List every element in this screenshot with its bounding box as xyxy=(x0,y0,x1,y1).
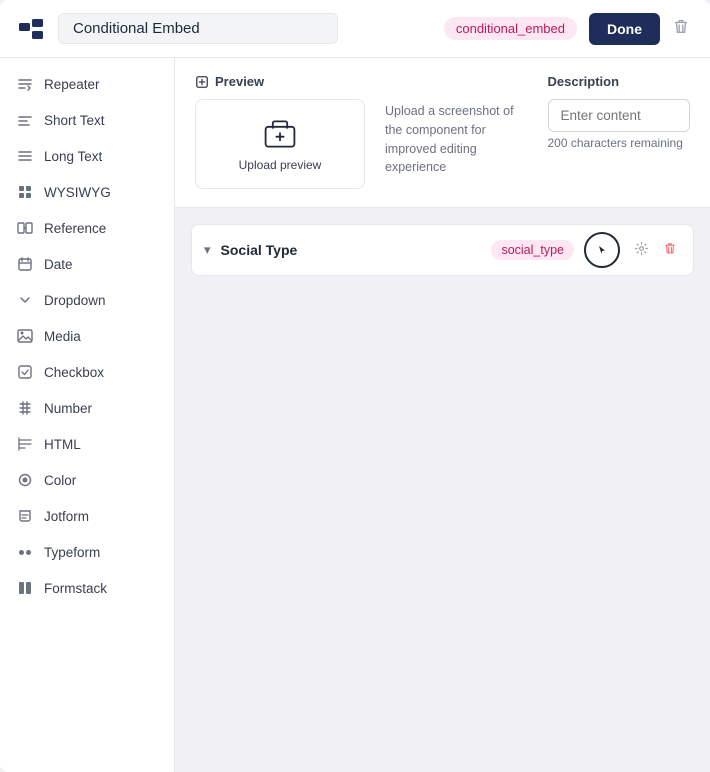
sidebar-item-wysiwyg[interactable]: WYSIWYG xyxy=(0,174,174,210)
wysiwyg-icon xyxy=(16,183,34,201)
right-panel: Preview Upload preview Upload a screensh… xyxy=(175,58,710,772)
date-icon xyxy=(16,255,34,273)
sidebar-item-media[interactable]: Media xyxy=(0,318,174,354)
fields-area: ▾ Social Type social_type xyxy=(175,208,710,772)
sidebar-item-typeform[interactable]: Typeform xyxy=(0,534,174,570)
dropdown-icon xyxy=(16,291,34,309)
html-icon xyxy=(16,435,34,453)
media-icon xyxy=(16,327,34,345)
preview-description-area: Upload a screenshot of the component for… xyxy=(385,74,528,191)
sidebar-item-label-formstack: Formstack xyxy=(44,581,107,596)
sidebar-item-label-html: HTML xyxy=(44,437,81,452)
field-chevron-icon[interactable]: ▾ xyxy=(204,242,211,258)
sidebar-item-label-color: Color xyxy=(44,473,76,488)
delete-component-button[interactable] xyxy=(668,13,694,44)
sidebar-item-date[interactable]: Date xyxy=(0,246,174,282)
number-icon xyxy=(16,399,34,417)
sidebar-item-repeater[interactable]: Repeater xyxy=(0,66,174,102)
reference-icon xyxy=(16,219,34,237)
component-key-badge: conditional_embed xyxy=(444,17,577,40)
sidebar-item-reference[interactable]: Reference xyxy=(0,210,174,246)
sidebar-item-label-wysiwyg: WYSIWYG xyxy=(44,185,111,200)
sidebar-item-label-typeform: Typeform xyxy=(44,545,100,560)
preview-section: Preview Upload preview Upload a screensh… xyxy=(175,58,710,208)
sidebar-item-label-date: Date xyxy=(44,257,73,272)
upload-preview-box[interactable]: Upload preview xyxy=(195,99,365,189)
cursor-arrow-icon xyxy=(595,243,609,257)
field-cursor-indicator xyxy=(584,232,620,268)
field-name-label: Social Type xyxy=(221,242,482,258)
sidebar-item-label-short-text: Short Text xyxy=(44,113,105,128)
component-title[interactable]: Conditional Embed xyxy=(58,13,338,44)
description-char-count: 200 characters remaining xyxy=(548,136,691,150)
sidebar-item-formstack[interactable]: Formstack xyxy=(0,570,174,606)
sidebar-item-label-long-text: Long Text xyxy=(44,149,102,164)
main-content: Repeater Short Text xyxy=(0,58,710,772)
description-label: Description xyxy=(548,74,691,89)
jotform-icon xyxy=(16,507,34,525)
sidebar-item-dropdown[interactable]: Dropdown xyxy=(0,282,174,318)
upload-preview-label: Upload preview xyxy=(239,158,322,172)
sidebar-item-checkbox[interactable]: Checkbox xyxy=(0,354,174,390)
field-key-badge: social_type xyxy=(491,240,574,260)
sidebar-item-number[interactable]: Number xyxy=(0,390,174,426)
sidebar-item-label-jotform: Jotform xyxy=(44,509,89,524)
sidebar-item-jotform[interactable]: Jotform xyxy=(0,498,174,534)
app-logo xyxy=(16,14,46,44)
formstack-icon xyxy=(16,579,34,597)
repeater-icon xyxy=(16,75,34,93)
short-text-icon xyxy=(16,111,34,129)
sidebar-item-label-checkbox: Checkbox xyxy=(44,365,104,380)
color-icon xyxy=(16,471,34,489)
sidebar-item-label-reference: Reference xyxy=(44,221,106,236)
sidebar-item-label-number: Number xyxy=(44,401,92,416)
sidebar-item-long-text[interactable]: Long Text xyxy=(0,138,174,174)
field-delete-button[interactable] xyxy=(659,237,681,263)
checkbox-icon xyxy=(16,363,34,381)
sidebar-item-label-media: Media xyxy=(44,329,81,344)
done-button[interactable]: Done xyxy=(589,13,660,45)
app-container: Conditional Embed conditional_embed Done xyxy=(0,0,710,772)
sidebar-item-label-dropdown: Dropdown xyxy=(44,293,106,308)
typeform-icon xyxy=(16,543,34,561)
field-actions xyxy=(630,237,681,264)
sidebar: Repeater Short Text xyxy=(0,58,175,772)
field-row-social-type: ▾ Social Type social_type xyxy=(191,224,694,276)
long-text-icon xyxy=(16,147,34,165)
field-settings-button[interactable] xyxy=(630,237,653,264)
preview-desc-text: Upload a screenshot of the component for… xyxy=(385,102,528,177)
description-section: Description 200 characters remaining xyxy=(548,74,691,191)
top-bar-actions: Done xyxy=(589,13,694,45)
preview-label: Preview xyxy=(195,74,365,89)
preview-section-icon xyxy=(195,75,209,89)
top-bar: Conditional Embed conditional_embed Done xyxy=(0,0,710,58)
sidebar-item-label-repeater: Repeater xyxy=(44,77,100,92)
description-input[interactable] xyxy=(548,99,691,132)
sidebar-item-color[interactable]: Color xyxy=(0,462,174,498)
sidebar-item-short-text[interactable]: Short Text xyxy=(0,102,174,138)
upload-preview-icon xyxy=(262,116,298,152)
preview-left: Preview Upload preview xyxy=(195,74,365,191)
sidebar-item-html[interactable]: HTML xyxy=(0,426,174,462)
